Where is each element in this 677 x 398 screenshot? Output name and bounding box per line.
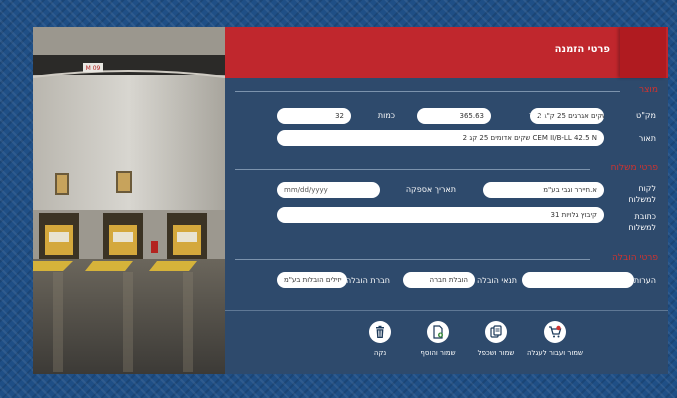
notes-label: הערות: [633, 276, 656, 285]
section-delivery-divider: [235, 259, 590, 260]
section-delivery-label: פרטי הובלה: [612, 253, 658, 263]
save-and-go-to-cart-button[interactable]: שמור ועבור לעגלה: [525, 321, 585, 357]
delivery-date-label: תאריך אספקה: [405, 185, 456, 194]
delivery-terms-label: תנאי הובלה: [477, 276, 517, 285]
description-label: תאור: [638, 134, 656, 143]
save-and-add-label: שמור והוסף: [420, 349, 456, 357]
clear-button[interactable]: נקה: [350, 321, 410, 357]
quantity-field[interactable]: 32: [277, 108, 351, 124]
add-document-icon: [427, 321, 449, 343]
save-and-duplicate-label: שמור ושכפל: [477, 349, 515, 357]
description-field[interactable]: שקים אדומים 25 קג 2 CEM II/B-LL 42.5 N: [277, 130, 604, 146]
save-and-duplicate-button[interactable]: שמור ושכפל: [466, 321, 526, 357]
trash-icon: [369, 321, 391, 343]
save-and-add-button[interactable]: שמור והוסף: [408, 321, 468, 357]
cart-icon: [544, 321, 566, 343]
address-label: כתובת למשלוח: [628, 212, 656, 232]
price-field[interactable]: 365.63: [417, 108, 491, 124]
quantity-label: כמות: [377, 111, 395, 120]
section-product-divider: [235, 91, 620, 92]
delivery-company-field[interactable]: יזילים הובלות בע"מ: [277, 272, 347, 288]
sku-label: מק"ט: [636, 111, 656, 120]
form-title: פרטי הזמנה: [554, 44, 610, 55]
customer-field[interactable]: א.חיירר וגבי בע"מ: [483, 182, 604, 198]
price-label: מחיר: [529, 111, 546, 120]
copy-icon: [485, 321, 507, 343]
section-shipping-label: פרטי משלוח: [610, 163, 658, 173]
plant-photo: M 09: [33, 27, 225, 374]
footer-divider: [225, 310, 668, 311]
delivery-company-label: חברת הובלה: [346, 276, 390, 285]
address-field[interactable]: קיבוץ גלויות 31: [277, 207, 604, 223]
clear-label: נקה: [373, 349, 387, 357]
header-tab: [620, 27, 666, 78]
customer-label: לקוח למשלוח: [628, 184, 656, 204]
sign-text: M 09: [86, 65, 101, 72]
order-card: M 09 פרטי הזמנה מוצר מק"ט שקים אגרגים 25…: [33, 27, 668, 374]
section-product-label: מוצר: [639, 85, 658, 95]
save-and-go-to-cart-label: שמור ועבור לעגלה: [526, 349, 583, 357]
delivery-date-field[interactable]: mm/dd/yyyy: [277, 182, 380, 198]
order-form: פרטי הזמנה מוצר מק"ט שקים אגרגים 25 ק"ג …: [225, 27, 668, 374]
notes-field[interactable]: [522, 272, 634, 288]
delivery-terms-field[interactable]: הובלת חברה: [403, 272, 475, 288]
form-header: פרטי הזמנה: [225, 27, 668, 78]
section-shipping-divider: [235, 169, 590, 170]
